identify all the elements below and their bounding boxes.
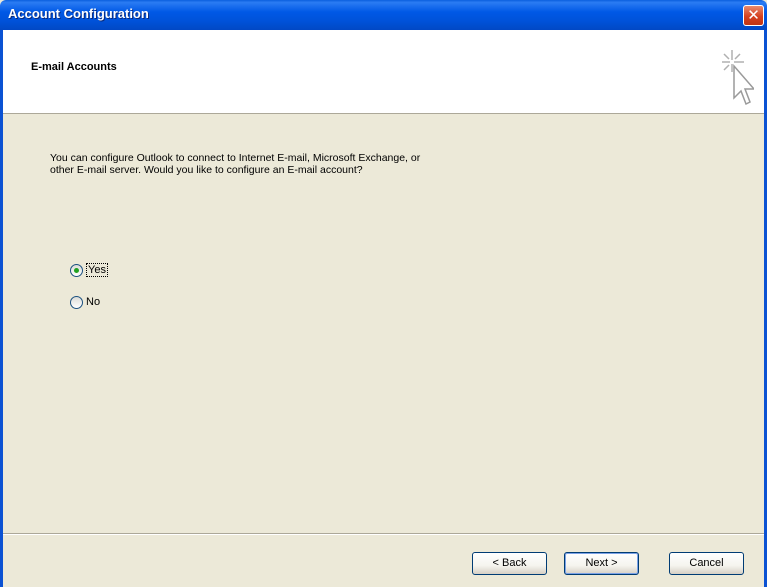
description-line: other E-mail server. Would you like to c… <box>50 164 363 176</box>
radio-no-label[interactable]: No <box>86 296 100 308</box>
radio-yes-label[interactable]: Yes <box>86 263 108 277</box>
description-text: You can configure Outlook to connect to … <box>50 152 610 176</box>
radio-no-indicator[interactable] <box>70 295 83 309</box>
description-line: You can configure Outlook to connect to … <box>50 152 421 164</box>
account-configuration-dialog: Account Configuration ✕ E-mail Accounts … <box>0 0 767 587</box>
close-icon: ✕ <box>747 7 760 24</box>
cancel-button[interactable]: Cancel <box>669 552 744 575</box>
window-title: Account Configuration <box>8 6 149 21</box>
radio-no[interactable]: No <box>70 294 100 310</box>
back-button[interactable]: < Back <box>472 552 547 575</box>
radio-yes-indicator[interactable] <box>70 263 83 277</box>
wizard-sparkle-cursor-icon <box>722 50 754 106</box>
title-bar[interactable]: Account Configuration ✕ <box>0 0 767 30</box>
footer-divider-highlight <box>3 534 764 535</box>
close-button[interactable]: ✕ <box>743 5 764 26</box>
page-title: E-mail Accounts <box>31 61 117 73</box>
next-button[interactable]: Next > <box>564 552 639 575</box>
radio-yes[interactable]: Yes <box>70 262 108 278</box>
wizard-header: E-mail Accounts <box>3 30 764 114</box>
